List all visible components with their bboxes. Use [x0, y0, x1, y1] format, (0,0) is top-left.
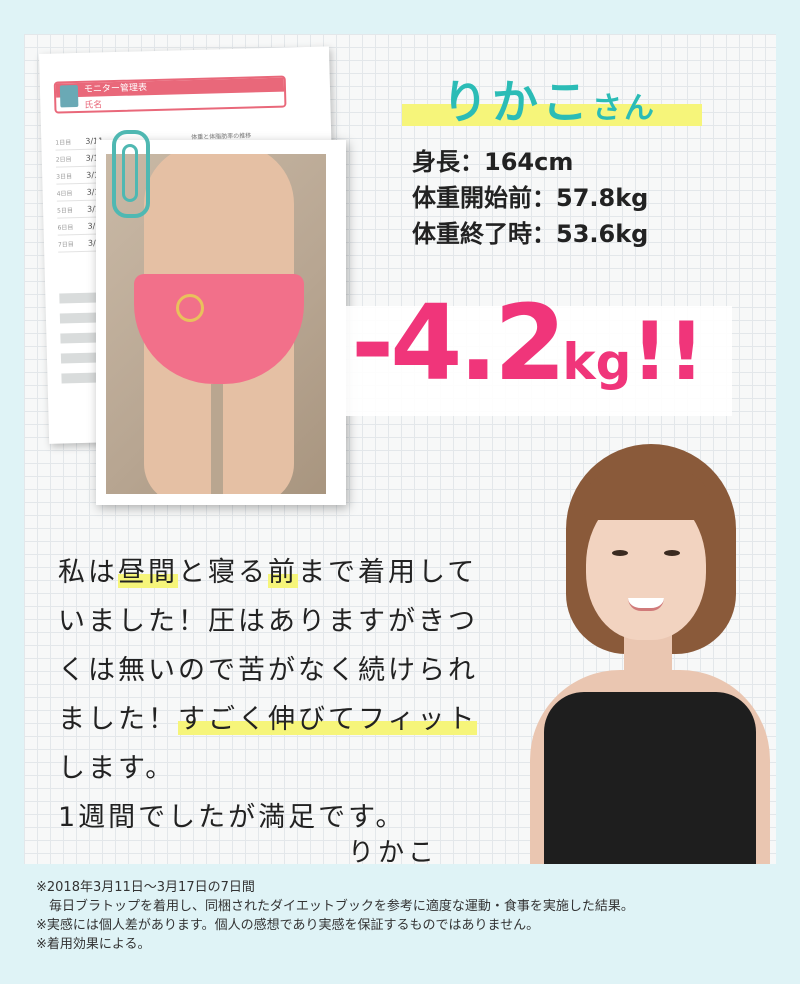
name-heading: りかこさん [402, 60, 702, 130]
scale-icon [59, 84, 79, 108]
comment-line: ました！すごく伸びてフィット [58, 704, 478, 735]
result-unit: kg [562, 333, 632, 391]
comment-line: いました！圧はありますがきつ [58, 606, 478, 637]
paperclip-icon [112, 130, 150, 218]
height-stat: 身長：164cm [412, 148, 574, 176]
highlight: 前 [268, 557, 298, 588]
comment-line: します。 [58, 753, 176, 784]
footnote: ※着用効果による。 [36, 937, 151, 952]
weight-loss-result: -4.2kg!! [351, 282, 704, 404]
sheet-name-label: 氏名 [84, 100, 103, 111]
sheet-title: モニター管理表 [55, 77, 285, 98]
honorific: さん [592, 91, 656, 126]
handwritten-comment: 私は昼間と寝る前まで着用して いました！圧はありますがきつ くは無いので苦がなく… [58, 548, 538, 842]
comment-signature: りかこ [348, 838, 439, 864]
weight-before-stat: 体重開始前：57.8kg [412, 184, 649, 212]
footnote: ※実感には個人差があります。個人の感想であり実感を保証するものではありません。 [36, 918, 540, 933]
result-number: 4.2 [390, 282, 566, 404]
black-bra-top [544, 692, 756, 864]
comment-line: 私は昼間と寝る前まで着用して [58, 557, 478, 588]
comment-line: くは無いので苦がなく続けられ [58, 655, 478, 686]
footnote: 毎日ブラトップを着用し、同梱されたダイエットブックを参考に適度な運動・食事を実施… [36, 899, 634, 914]
testimonial-card: モニター管理表 氏名 体重と体脂肪率の推移 1日目 3/11 2日目 3/12 3日… [24, 34, 776, 864]
result-sign: - [351, 282, 394, 404]
sheet-header: モニター管理表 氏名 [53, 75, 287, 114]
comment-line: 1週間でしたが満足です。 [58, 802, 406, 833]
footnote: ※2018年3月11日～3月17日の7日間 [36, 880, 255, 895]
highlight: すごく伸びてフィット [178, 704, 478, 735]
stats: 身長：164cm 体重開始前：57.8kg 体重終了時：53.6kg [412, 144, 648, 252]
footnotes: ※2018年3月11日～3月17日の7日間 毎日ブラトップを着用し、同梱されたダ… [36, 878, 786, 954]
result-exclaim: !! [631, 305, 705, 398]
weight-after-stat: 体重終了時：53.6kg [412, 220, 649, 248]
woman-portrait [524, 430, 776, 864]
bikini-ring [176, 294, 204, 322]
highlight: 昼間 [118, 557, 178, 588]
person-name: りかこ [442, 75, 592, 129]
